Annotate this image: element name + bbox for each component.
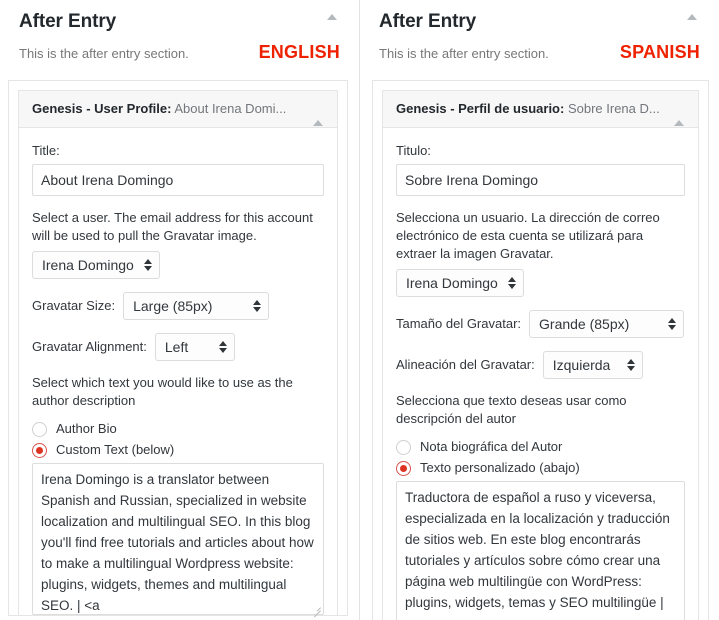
gravatar-size-select[interactable]: Grande (85px) bbox=[529, 310, 685, 338]
radio-label: Nota biográfica del Autor bbox=[420, 439, 563, 454]
widget-body: Titulo: Selecciona un usuario. La direcc… bbox=[383, 128, 698, 620]
gravatar-alignment-select[interactable]: Izquierda bbox=[542, 351, 643, 379]
section-header-english: After Entry This is the after entry sect… bbox=[0, 0, 359, 63]
title-field: Title: bbox=[32, 142, 324, 196]
gravatar-alignment-label: Gravatar Alignment: bbox=[32, 339, 147, 354]
gravatar-size-label: Tamaño del Gravatar: bbox=[396, 316, 522, 331]
language-badge: ENGLISH bbox=[258, 42, 340, 62]
gravatar-size-select[interactable]: Large (85px) bbox=[123, 292, 270, 320]
user-select-field: Irena Domingo bbox=[32, 251, 324, 279]
radio-option-author-bio[interactable]: Nota biográfica del Autor bbox=[396, 438, 685, 456]
widget-comparison-screen: After Entry This is the after entry sect… bbox=[0, 0, 719, 620]
gravatar-size-field: Tamaño del Gravatar: Grande (85px) bbox=[396, 310, 685, 338]
gravatar-alignment-field: Gravatar Alignment: Left bbox=[32, 333, 324, 361]
title-label: Titulo: bbox=[396, 143, 431, 158]
radio-label: Texto personalizado (abajo) bbox=[420, 460, 580, 475]
widget-type-label: Genesis - Perfil de usuario: bbox=[396, 101, 565, 116]
widget-instance-label: About Irena Domi... bbox=[174, 101, 287, 116]
gravatar-alignment-field: Alineación del Gravatar: Izquierda bbox=[396, 351, 685, 379]
widget: Genesis - User Profile: About Irena Domi… bbox=[18, 90, 338, 618]
caret-up-icon bbox=[327, 14, 337, 20]
title-label: Title: bbox=[32, 143, 60, 158]
gravatar-alignment-value: Izquierda bbox=[552, 357, 611, 373]
radio-button-selected-icon bbox=[32, 442, 47, 458]
description-help-text: Select which text you would like to use … bbox=[32, 375, 293, 408]
widget-collapse-toggle[interactable] bbox=[674, 104, 686, 126]
user-select-value: Irena Domingo bbox=[406, 275, 498, 291]
caret-up-icon bbox=[687, 14, 697, 20]
title-input[interactable] bbox=[396, 164, 685, 196]
widget-type-label: Genesis - User Profile: bbox=[32, 101, 172, 116]
radio-option-author-bio[interactable]: Author Bio bbox=[32, 420, 324, 438]
caret-up-icon bbox=[313, 105, 323, 126]
description-help-text: Selecciona que texto deseas usar como de… bbox=[396, 393, 627, 426]
language-badge: SPANISH bbox=[619, 42, 700, 62]
gravatar-size-field: Gravatar Size: Large (85px) bbox=[32, 292, 324, 320]
custom-text-area-wrapper: Irena Domingo is a translator between Sp… bbox=[32, 463, 324, 618]
custom-text-textarea[interactable]: Irena Domingo is a translator between Sp… bbox=[32, 463, 324, 615]
user-help-text: Selecciona un usuario. La dirección de c… bbox=[396, 210, 660, 261]
gravatar-size-value: Large (85px) bbox=[133, 298, 213, 314]
custom-text-textarea[interactable]: Traductora de español a ruso y viceversa… bbox=[396, 481, 685, 620]
title-field: Titulo: bbox=[396, 142, 685, 196]
section-title: After Entry bbox=[379, 11, 477, 32]
radio-option-custom-text[interactable]: Texto personalizado (abajo) bbox=[396, 459, 685, 477]
gravatar-size-value: Grande (85px) bbox=[539, 316, 630, 332]
section-description: This is the after entry section. bbox=[379, 46, 549, 61]
section-collapse-toggle[interactable] bbox=[327, 14, 341, 28]
select-spinner-icon bbox=[143, 259, 152, 271]
widget: Genesis - Perfil de usuario: Sobre Irena… bbox=[382, 90, 699, 620]
select-spinner-icon bbox=[253, 300, 262, 312]
radio-option-custom-text[interactable]: Custom Text (below) bbox=[32, 441, 324, 459]
section-description: This is the after entry section. bbox=[19, 46, 189, 61]
user-select-value: Irena Domingo bbox=[42, 257, 134, 273]
select-spinner-icon bbox=[218, 341, 227, 353]
widget-collapse-toggle[interactable] bbox=[313, 104, 325, 126]
widget-header[interactable]: Genesis - User Profile: About Irena Domi… bbox=[19, 91, 337, 128]
gravatar-size-label: Gravatar Size: bbox=[32, 298, 116, 313]
user-select-field: Irena Domingo bbox=[396, 269, 685, 297]
user-select[interactable]: Irena Domingo bbox=[396, 269, 524, 297]
gravatar-alignment-value: Left bbox=[164, 339, 189, 355]
custom-text-area-wrapper: Traductora de español a ruso y viceversa… bbox=[396, 481, 685, 620]
radio-label: Author Bio bbox=[56, 421, 117, 436]
select-spinner-icon bbox=[626, 359, 635, 371]
section-description-row: This is the after entry section. ENGLISH bbox=[19, 42, 345, 63]
panel-spanish: After Entry This is the after entry sect… bbox=[359, 0, 719, 620]
user-help-text: Select a user. The email address for thi… bbox=[32, 210, 313, 243]
widget-container: Genesis - User Profile: About Irena Domi… bbox=[8, 80, 348, 618]
gravatar-alignment-label: Alineación del Gravatar: bbox=[396, 357, 535, 372]
title-input[interactable] bbox=[32, 164, 324, 196]
gravatar-alignment-select[interactable]: Left bbox=[154, 333, 235, 361]
widget-body: Title: Select a user. The email address … bbox=[19, 128, 337, 618]
select-spinner-icon bbox=[668, 318, 677, 330]
section-title: After Entry bbox=[19, 11, 117, 32]
radio-button-selected-icon bbox=[396, 460, 411, 476]
radio-label: Custom Text (below) bbox=[56, 442, 175, 457]
caret-up-icon bbox=[674, 105, 684, 126]
select-spinner-icon bbox=[507, 277, 516, 289]
author-description-radio-group: Nota biográfica del Autor Texto personal… bbox=[396, 438, 685, 477]
user-select[interactable]: Irena Domingo bbox=[32, 251, 160, 279]
panel-english: After Entry This is the after entry sect… bbox=[0, 0, 359, 620]
section-collapse-toggle[interactable] bbox=[687, 14, 701, 28]
author-description-radio-group: Author Bio Custom Text (below) bbox=[32, 420, 324, 459]
widget-header[interactable]: Genesis - Perfil de usuario: Sobre Irena… bbox=[383, 91, 698, 128]
radio-button-icon bbox=[32, 421, 47, 437]
radio-button-icon bbox=[396, 439, 411, 455]
widget-container: Genesis - Perfil de usuario: Sobre Irena… bbox=[372, 80, 709, 620]
widget-instance-label: Sobre Irena D... bbox=[567, 101, 660, 116]
section-header-spanish: After Entry This is the after entry sect… bbox=[360, 0, 719, 63]
section-description-row: This is the after entry section. SPANISH bbox=[379, 42, 705, 63]
